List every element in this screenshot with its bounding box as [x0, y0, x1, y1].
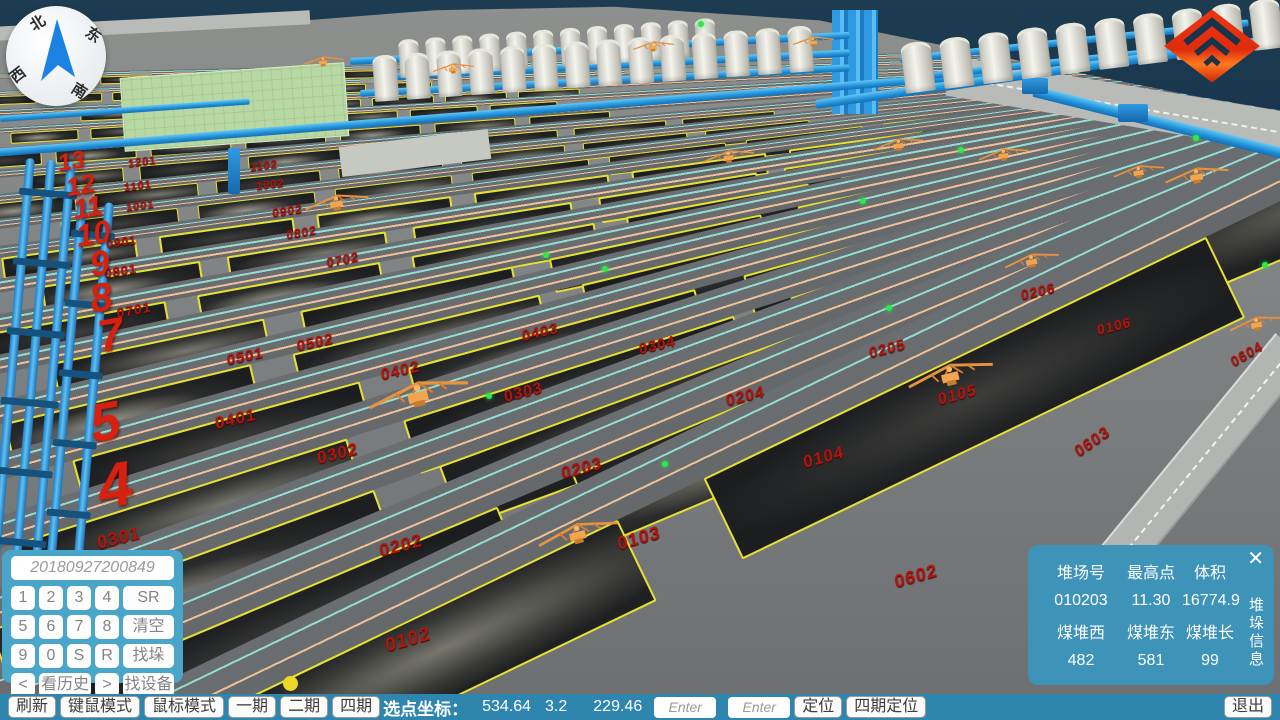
silo-cylinder	[500, 45, 527, 93]
silo-cylinder	[1055, 21, 1091, 74]
stack-info-side-label: 堆垛信息	[1245, 597, 1266, 669]
key-0[interactable]: 0	[39, 644, 63, 668]
phase4-button[interactable]: 四期	[332, 696, 380, 718]
key-7[interactable]: 7	[67, 615, 91, 639]
key-r[interactable]: R	[95, 644, 119, 668]
status-dot-green	[543, 252, 549, 258]
conveyor-station	[228, 148, 240, 194]
info-header-0: 堆场号	[1042, 559, 1120, 583]
silo-cylinder	[564, 41, 591, 89]
mouse-mode-button[interactable]: 鼠标模式	[144, 696, 224, 718]
silo-cylinder	[691, 32, 718, 80]
keypad-grid: 1234SR5678清空90SR找垛<看历史>找设备	[11, 586, 174, 697]
key-6[interactable]: 6	[39, 615, 63, 639]
silo-cylinder	[939, 36, 975, 89]
key-3[interactable]: 3	[67, 586, 91, 610]
selected-point-coord-label: 选点坐标：	[383, 695, 468, 720]
toolbar-mid-group: 定位四期定位	[790, 696, 926, 718]
status-dot-green	[1262, 262, 1268, 268]
silo-cylinder	[595, 39, 622, 87]
keymouse-mode-button[interactable]: 键鼠模式	[60, 696, 140, 718]
key-2[interactable]: 2	[39, 586, 63, 610]
coord-z-value: 229.46	[593, 698, 642, 716]
info-header-3: 煤堆西	[1042, 619, 1120, 643]
yellow-marker	[283, 676, 298, 691]
clear-button[interactable]: 清空	[123, 615, 174, 639]
info-value-5: 99	[1182, 652, 1238, 670]
info-value-2: 16774.9	[1182, 592, 1238, 610]
info-value-0: 010203	[1042, 592, 1120, 610]
refresh-button[interactable]: 刷新	[8, 696, 56, 718]
info-value-1: 11.30	[1120, 592, 1182, 610]
info-value-4: 581	[1120, 652, 1182, 670]
close-icon[interactable]: ✕	[1247, 549, 1264, 569]
silo-cylinder	[372, 54, 399, 102]
stack-search-keypad-panel: 1234SR5678清空90SR找垛<看历史>找设备	[2, 550, 183, 683]
status-dot-green	[860, 198, 866, 204]
key-5[interactable]: 5	[11, 615, 35, 639]
silo-cylinder	[977, 31, 1013, 84]
silo-cylinder	[404, 52, 431, 100]
key-8[interactable]: 8	[95, 615, 119, 639]
key-9[interactable]: 9	[11, 644, 35, 668]
silo-cylinder	[723, 30, 750, 78]
phase2-button[interactable]: 二期	[280, 696, 328, 718]
status-dot-green	[662, 461, 668, 467]
silo-cylinder	[900, 40, 936, 93]
info-value-3: 482	[1042, 652, 1120, 670]
coord-enter-input-2[interactable]	[728, 697, 790, 718]
key-sr[interactable]: SR	[123, 586, 174, 610]
compass-arrow-icon	[27, 17, 87, 97]
silo-cylinder	[755, 28, 782, 76]
status-dot-green	[1193, 135, 1199, 141]
phase1-button[interactable]: 一期	[228, 696, 276, 718]
coal-yard-monitoring-app: 1201110211011002100109020901080208010702…	[0, 0, 1280, 720]
locate-button[interactable]: 定位	[794, 696, 842, 718]
compass[interactable]: 北 东 西 南	[6, 6, 106, 106]
info-header-4: 煤堆东	[1120, 619, 1182, 643]
status-dot-green	[886, 305, 892, 311]
status-dot-green	[698, 21, 704, 27]
coord-x-value: 534.64	[482, 698, 531, 716]
status-dot-green	[602, 266, 608, 272]
conveyor-station	[1118, 104, 1148, 122]
find-stack-button[interactable]: 找垛	[123, 644, 174, 668]
status-dot-green	[958, 147, 964, 153]
toolbar-left-group: 刷新键鼠模式鼠标模式一期二期四期	[4, 696, 380, 718]
key-1[interactable]: 1	[11, 586, 35, 610]
silo-cylinder	[1016, 26, 1052, 79]
conveyor-station	[1022, 78, 1048, 94]
stack-info-panel: ✕ 堆场号最高点体积 01020311.3016774.9 煤堆西煤堆东煤堆长 482…	[1028, 545, 1274, 685]
stack-info-grid: 堆场号最高点体积 01020311.3016774.9 煤堆西煤堆东煤堆长 48258…	[1042, 559, 1238, 670]
phase4-locate-button[interactable]: 四期定位	[846, 696, 926, 718]
coord-enter-input-1[interactable]	[654, 697, 716, 718]
info-header-2: 体积	[1182, 559, 1238, 583]
key-s[interactable]: S	[67, 644, 91, 668]
info-header-5: 煤堆长	[1182, 619, 1238, 643]
bottom-toolbar: 刷新键鼠模式鼠标模式一期二期四期 选点坐标： 534.64 3.2 229.46…	[0, 694, 1280, 720]
exit-button[interactable]: 退出	[1224, 696, 1272, 718]
status-dot-green	[486, 393, 492, 399]
silo-cylinder	[532, 43, 559, 91]
key-4[interactable]: 4	[95, 586, 119, 610]
keypad-display-input[interactable]	[11, 556, 174, 580]
coord-y-value: 3.2	[545, 698, 567, 716]
company-logo	[1162, 8, 1262, 84]
silo-cylinder	[1094, 17, 1130, 70]
info-header-1: 最高点	[1120, 559, 1182, 583]
